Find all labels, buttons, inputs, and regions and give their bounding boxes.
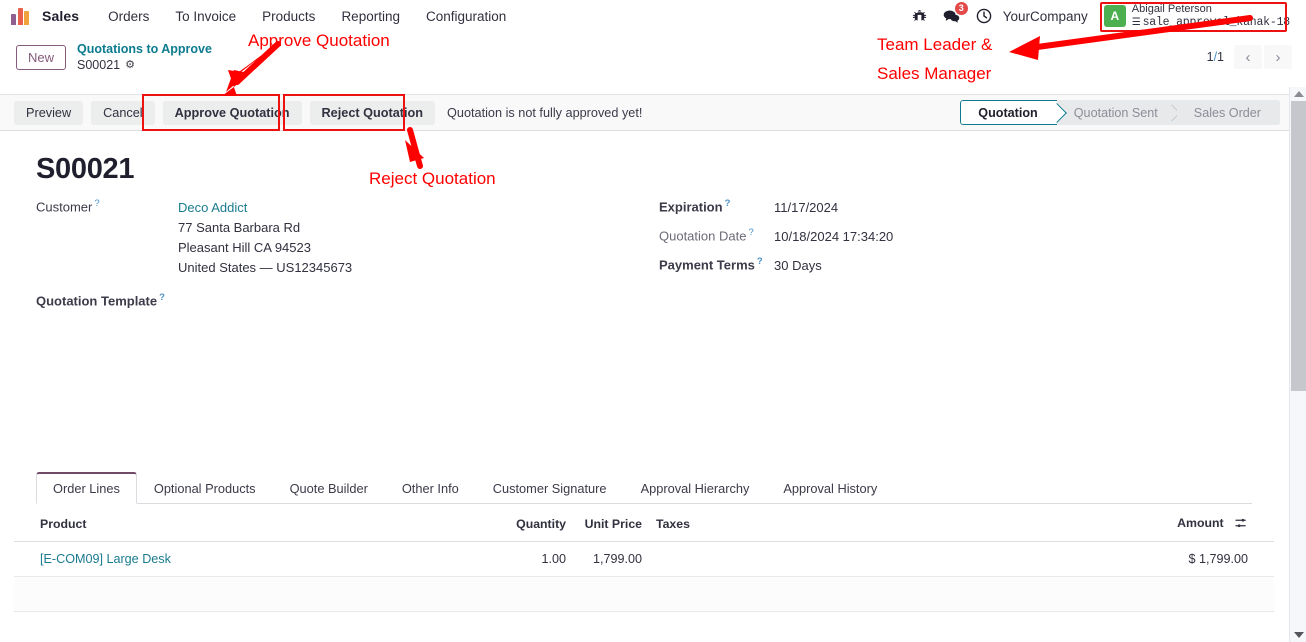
help-icon[interactable]: ? bbox=[757, 256, 763, 267]
field-quotation-template-label: Quotation Template? bbox=[36, 292, 165, 309]
reject-quotation-button[interactable]: Reject Quotation bbox=[309, 100, 436, 125]
customer-link[interactable]: Deco Addict bbox=[178, 198, 352, 218]
field-payment-terms: Payment Terms? 30 Days bbox=[659, 256, 1089, 276]
status-sales-order[interactable]: Sales Order bbox=[1176, 100, 1280, 125]
column-unit-price[interactable]: Unit Price bbox=[572, 508, 648, 542]
breadcrumb-parent[interactable]: Quotations to Approve bbox=[77, 41, 212, 57]
help-icon[interactable]: ? bbox=[725, 198, 731, 209]
field-expiration-value[interactable]: 11/17/2024 bbox=[774, 198, 838, 218]
tab-other-info[interactable]: Other Info bbox=[385, 472, 476, 504]
user-menu[interactable]: A Abigail Peterson ☰ sale_approval_kanak-… bbox=[1102, 1, 1294, 31]
messages-badge: 3 bbox=[954, 2, 968, 15]
field-customer: Customer? Deco Addict 77 Santa Barbara R… bbox=[36, 198, 506, 278]
customer-address-line3: United States — US12345673 bbox=[178, 260, 353, 276]
top-navbar: Sales Orders To Invoice Products Reporti… bbox=[0, 0, 1306, 32]
scroll-down-arrow-icon[interactable] bbox=[1294, 632, 1304, 638]
bug-icon[interactable] bbox=[911, 7, 929, 25]
cell-taxes[interactable] bbox=[648, 541, 1048, 577]
avatar: A bbox=[1103, 4, 1126, 27]
action-button-bar: Preview Cancel Approve Quotation Reject … bbox=[0, 94, 1306, 131]
customer-address-line2: Pleasant Hill CA 94523 bbox=[178, 240, 311, 256]
messages-icon[interactable]: 3 bbox=[943, 2, 968, 25]
field-customer-label: Customer? bbox=[36, 198, 100, 215]
field-payment-terms-value[interactable]: 30 Days bbox=[774, 256, 822, 276]
scrollbar-thumb[interactable] bbox=[1291, 101, 1306, 391]
approve-quotation-button[interactable]: Approve Quotation bbox=[162, 100, 302, 125]
field-quotation-date-label: Quotation Date? bbox=[659, 227, 754, 244]
cell-amount[interactable]: $ 1,799.00 bbox=[1048, 541, 1274, 577]
table-row-empty[interactable] bbox=[14, 576, 1274, 612]
tab-order-lines[interactable]: Order Lines bbox=[36, 472, 137, 504]
field-payment-terms-label: Payment Terms? bbox=[659, 256, 763, 273]
field-expiration-label: Expiration? bbox=[659, 198, 731, 215]
page-title: S00021 bbox=[36, 153, 135, 185]
control-panel-breadcrumb: New Quotations to Approve S00021 ⚙ 1/1 ‹… bbox=[0, 36, 1306, 78]
scroll-up-arrow-icon[interactable] bbox=[1294, 91, 1304, 97]
nav-item-reporting[interactable]: Reporting bbox=[328, 9, 413, 24]
field-quotation-template: Quotation Template? bbox=[36, 292, 506, 308]
table-row[interactable]: [E-COM09] Large Desk 1.00 1,799.00 $ 1,7… bbox=[14, 541, 1274, 577]
status-bar: Quotation Quotation Sent Sales Order bbox=[960, 100, 1280, 125]
tab-approval-history[interactable]: Approval History bbox=[766, 472, 894, 504]
user-database: ☰ sale_approval_kanak-18 bbox=[1131, 15, 1290, 29]
database-icon: ☰ bbox=[1131, 17, 1141, 29]
record-fields: Customer? Deco Addict 77 Santa Barbara R… bbox=[0, 198, 1288, 308]
record-fields-left: Customer? Deco Addict 77 Santa Barbara R… bbox=[36, 198, 506, 317]
breadcrumb-record-name: S00021 bbox=[77, 58, 121, 72]
table-row-empty[interactable] bbox=[14, 611, 1274, 642]
field-expiration: Expiration? 11/17/2024 bbox=[659, 198, 1089, 218]
column-quantity[interactable]: Quantity bbox=[494, 508, 572, 542]
pager-next-button[interactable]: › bbox=[1264, 45, 1292, 69]
status-quotation-sent[interactable]: Quotation Sent bbox=[1056, 100, 1177, 125]
preview-button[interactable]: Preview bbox=[14, 100, 84, 125]
odoo-sales-quotation-screen: Sales Orders To Invoice Products Reporti… bbox=[0, 0, 1306, 642]
nav-item-products[interactable]: Products bbox=[249, 9, 328, 24]
record-fields-right: Expiration? 11/17/2024 Quotation Date? 1… bbox=[659, 198, 1089, 285]
record-sheet: S00021 Customer? Deco Addict 77 Santa Ba… bbox=[0, 131, 1288, 642]
nav-item-configuration[interactable]: Configuration bbox=[413, 9, 519, 24]
breadcrumb-current: S00021 ⚙ bbox=[77, 57, 212, 73]
order-lines-table: Product Quantity Unit Price Taxes Amount bbox=[14, 508, 1274, 642]
pager-previous-button[interactable]: ‹ bbox=[1234, 45, 1262, 69]
odoo-sales-logo-icon[interactable] bbox=[11, 7, 33, 25]
vertical-scrollbar[interactable] bbox=[1289, 87, 1306, 642]
customer-address-line1: 77 Santa Barbara Rd bbox=[178, 220, 301, 236]
cell-product[interactable]: [E-COM09] Large Desk bbox=[40, 552, 171, 566]
notebook-tabs: Order Lines Optional Products Quote Buil… bbox=[36, 471, 1252, 504]
field-quotation-date: Quotation Date? 10/18/2024 17:34:20 bbox=[659, 227, 1089, 247]
nav-app-name[interactable]: Sales bbox=[42, 8, 79, 24]
cell-unit-price[interactable]: 1,799.00 bbox=[572, 541, 648, 577]
cancel-button[interactable]: Cancel bbox=[91, 100, 155, 125]
column-taxes[interactable]: Taxes bbox=[648, 508, 1048, 542]
nav-item-orders[interactable]: Orders bbox=[95, 9, 162, 24]
status-quotation[interactable]: Quotation bbox=[960, 100, 1057, 125]
approval-alert-text: Quotation is not fully approved yet! bbox=[447, 105, 643, 120]
help-icon[interactable]: ? bbox=[748, 227, 753, 238]
tab-quote-builder[interactable]: Quote Builder bbox=[273, 472, 385, 504]
system-icons: 3 bbox=[911, 2, 993, 25]
cell-quantity[interactable]: 1.00 bbox=[494, 541, 572, 577]
field-customer-value[interactable]: Deco Addict 77 Santa Barbara Rd Pleasant… bbox=[178, 198, 352, 278]
tab-customer-signature[interactable]: Customer Signature bbox=[476, 472, 624, 504]
company-switcher[interactable]: YourCompany bbox=[1003, 9, 1088, 24]
clock-icon[interactable] bbox=[975, 7, 993, 25]
gear-icon[interactable]: ⚙ bbox=[125, 58, 135, 72]
pager-value: 1/1 bbox=[1206, 50, 1224, 64]
column-options-icon[interactable] bbox=[1235, 517, 1248, 532]
tab-optional-products[interactable]: Optional Products bbox=[137, 472, 273, 504]
table-header-row: Product Quantity Unit Price Taxes Amount bbox=[14, 508, 1274, 542]
column-amount: Amount bbox=[1048, 508, 1274, 542]
tab-approval-hierarchy[interactable]: Approval Hierarchy bbox=[624, 472, 767, 504]
help-icon[interactable]: ? bbox=[94, 198, 99, 209]
user-name: Abigail Peterson bbox=[1131, 2, 1212, 15]
nav-item-to-invoice[interactable]: To Invoice bbox=[162, 9, 249, 24]
help-icon[interactable]: ? bbox=[159, 292, 165, 303]
new-button[interactable]: New bbox=[16, 44, 67, 70]
column-product[interactable]: Product bbox=[14, 508, 494, 542]
field-quotation-date-value[interactable]: 10/18/2024 17:34:20 bbox=[774, 227, 893, 247]
pager: 1/1 ‹ › bbox=[1207, 45, 1292, 69]
breadcrumb: Quotations to Approve S00021 ⚙ bbox=[77, 41, 212, 73]
